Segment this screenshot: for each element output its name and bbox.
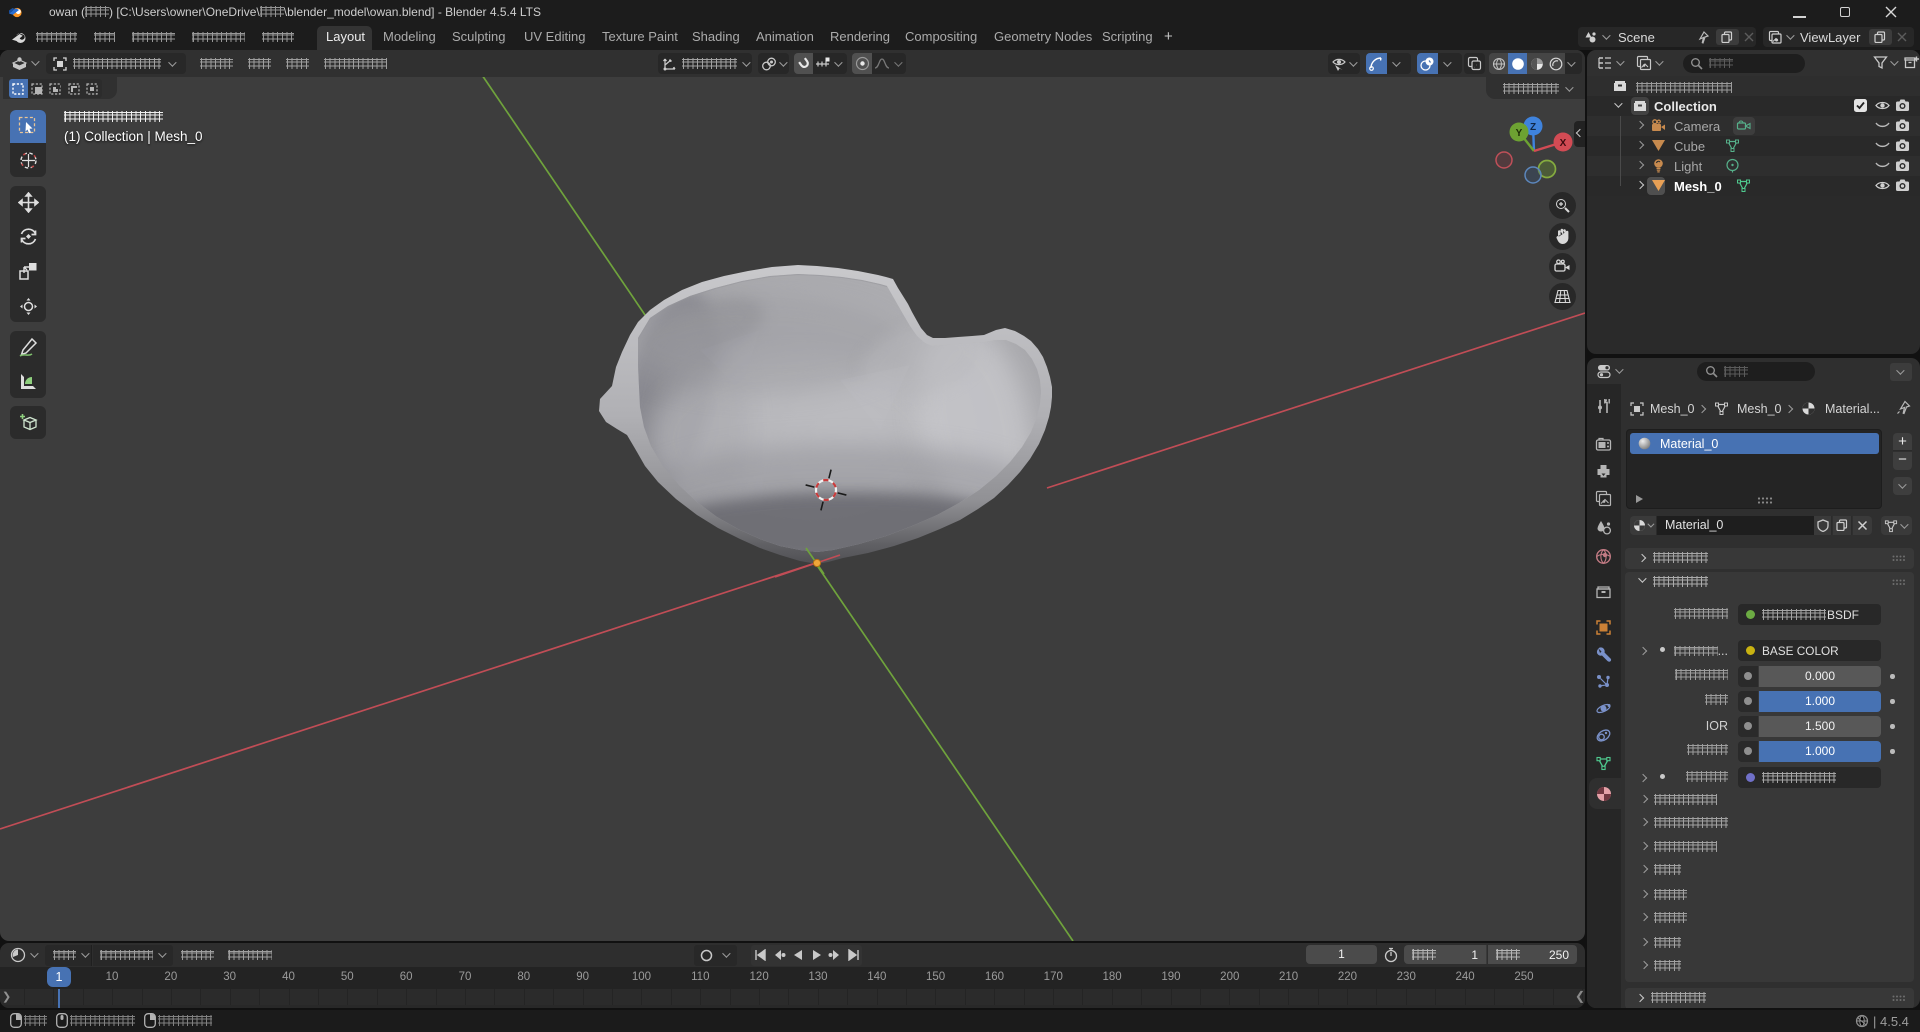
svg-text:X: X xyxy=(1560,138,1567,149)
svg-text:Y: Y xyxy=(1516,128,1523,139)
svg-text:Z: Z xyxy=(1530,122,1536,133)
